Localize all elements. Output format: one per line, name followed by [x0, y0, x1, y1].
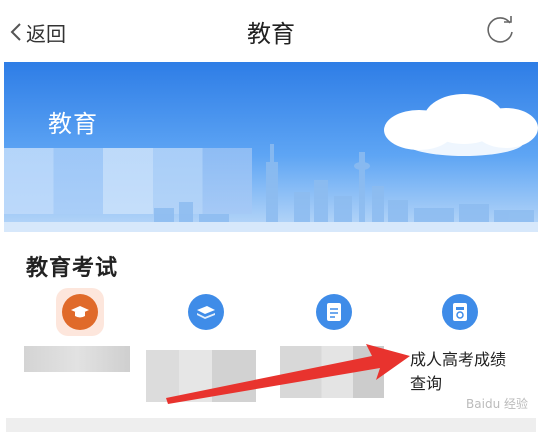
- bottom-divider: [6, 418, 536, 432]
- annotation-arrow: [166, 344, 410, 404]
- watermark: Baidu 经验: [466, 397, 528, 411]
